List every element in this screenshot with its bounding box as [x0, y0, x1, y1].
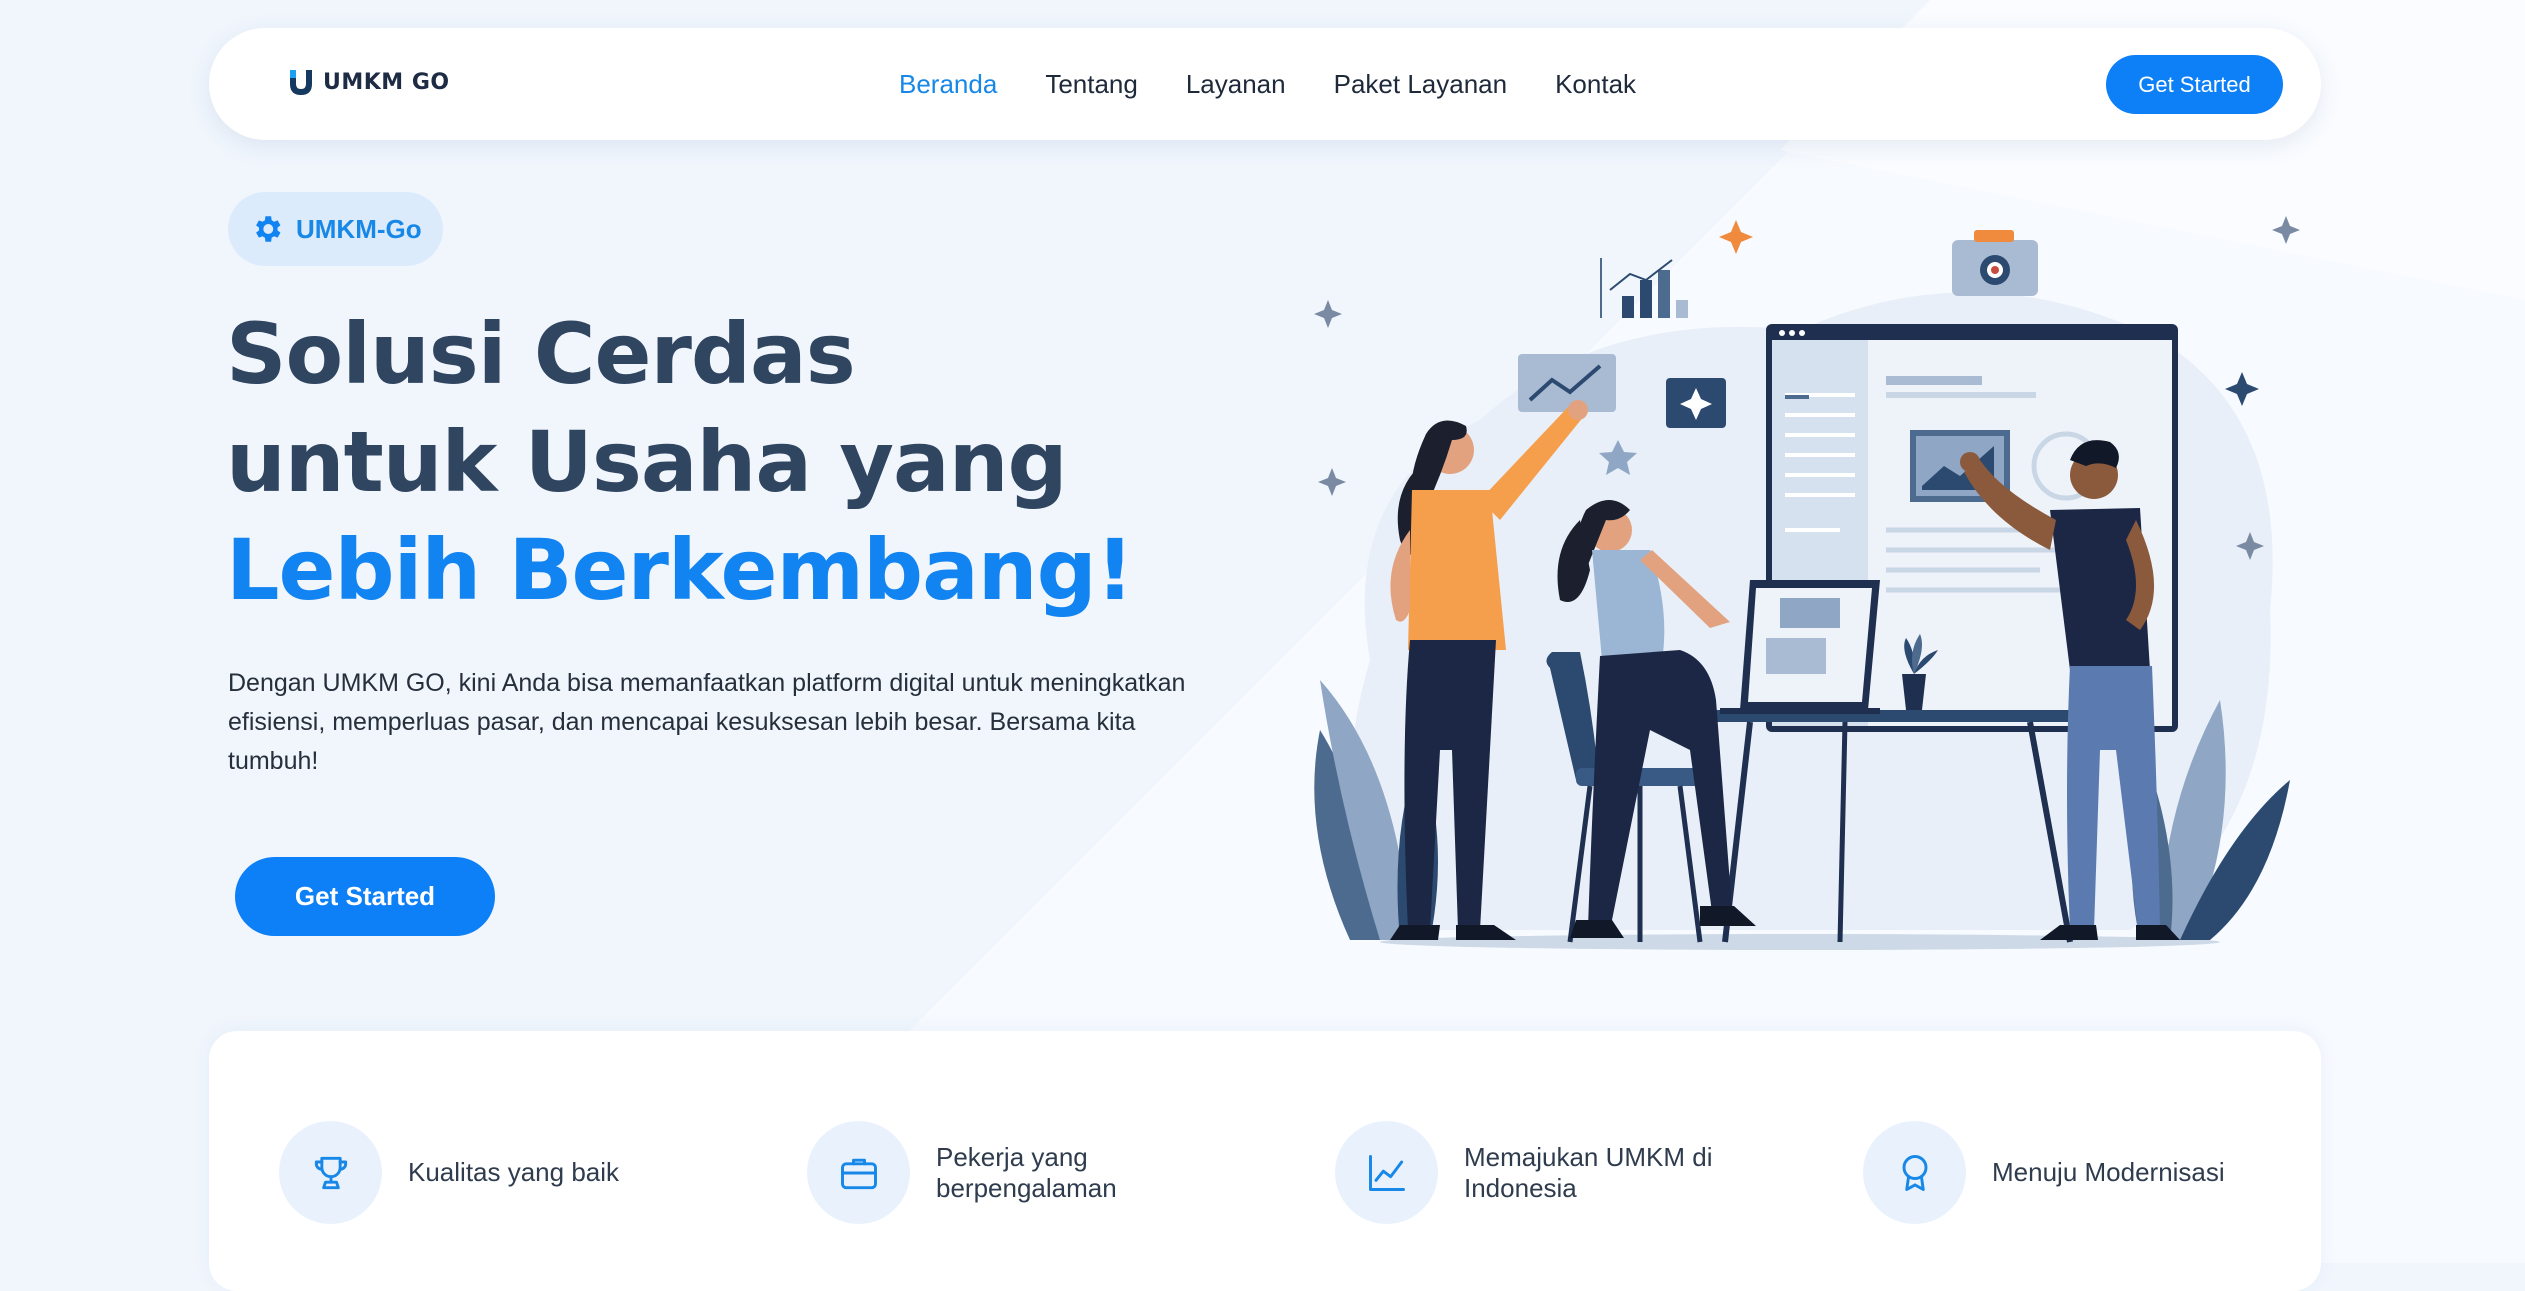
- nav-get-started-button[interactable]: Get Started: [2106, 55, 2283, 114]
- nav-link-beranda[interactable]: Beranda: [899, 69, 997, 100]
- logo-mark-icon: [290, 70, 312, 95]
- feature-label: Pekerja yang berpengalaman: [936, 1141, 1117, 1203]
- hero-badge: UMKM-Go: [228, 192, 443, 266]
- feature-icon-circle: [807, 1121, 910, 1224]
- hero-title-line-2: untuk Usaha yang: [226, 413, 1068, 511]
- feature-label: Menuju Modernisasi: [1992, 1157, 2225, 1187]
- trophy-icon: [314, 1156, 347, 1189]
- award-badge-icon: [1902, 1154, 1927, 1191]
- top-navbar: UMKM GO Beranda Tentang Layanan Paket La…: [209, 28, 2321, 140]
- hero-get-started-button[interactable]: Get Started: [235, 857, 495, 936]
- feature-item-advance-umkm: Memajukan UMKM di Indonesia: [1335, 1121, 1744, 1224]
- hero-title-line-3: Lebih Berkembang!: [226, 521, 1134, 619]
- hero-badge-label: UMKM-Go: [296, 213, 422, 244]
- hero-illustration: [1314, 216, 2300, 950]
- nav-link-layanan[interactable]: Layanan: [1186, 69, 1286, 100]
- hero-title-line-1: Solusi Cerdas: [226, 305, 856, 403]
- floating-bar-chart-graphic: [1600, 258, 1688, 318]
- feature-icon-circle: [1335, 1121, 1438, 1224]
- nav-link-kontak[interactable]: Kontak: [1555, 69, 1636, 100]
- line-chart-icon: [1368, 1154, 1405, 1191]
- briefcase-icon: [840, 1158, 877, 1189]
- feature-label: Memajukan UMKM di Indonesia: [1464, 1141, 1713, 1203]
- feature-item-modernization: Menuju Modernisasi: [1863, 1121, 2272, 1224]
- hero-title: Solusi Cerdas untuk Usaha yang Lebih Ber…: [226, 300, 1134, 624]
- hero-description: Dengan UMKM GO, kini Anda bisa memanfaat…: [228, 669, 1186, 775]
- nav-link-paket-layanan[interactable]: Paket Layanan: [1334, 69, 1507, 100]
- feature-icon-circle: [1863, 1121, 1966, 1224]
- floating-sparkle-card: [1666, 378, 1726, 428]
- floating-line-chart-card: [1518, 354, 1616, 412]
- brand-logo[interactable]: UMKM GO: [287, 66, 450, 98]
- feature-item-quality: Kualitas yang baik: [279, 1121, 688, 1224]
- feature-icon-circle: [279, 1121, 382, 1224]
- feature-label: Kualitas yang baik: [408, 1157, 620, 1187]
- nav-menu: Beranda Tentang Layanan Paket Layanan Ko…: [899, 28, 1684, 140]
- gear-icon: [256, 216, 281, 242]
- brand-name: UMKM GO: [323, 69, 450, 95]
- floating-camera-graphic: [1952, 230, 2038, 296]
- nav-link-tentang[interactable]: Tentang: [1045, 69, 1138, 100]
- features-strip: Kualitas yang baik Pekerja yang berpenga…: [209, 1031, 2321, 1291]
- feature-item-workers: Pekerja yang berpengalaman: [807, 1121, 1216, 1224]
